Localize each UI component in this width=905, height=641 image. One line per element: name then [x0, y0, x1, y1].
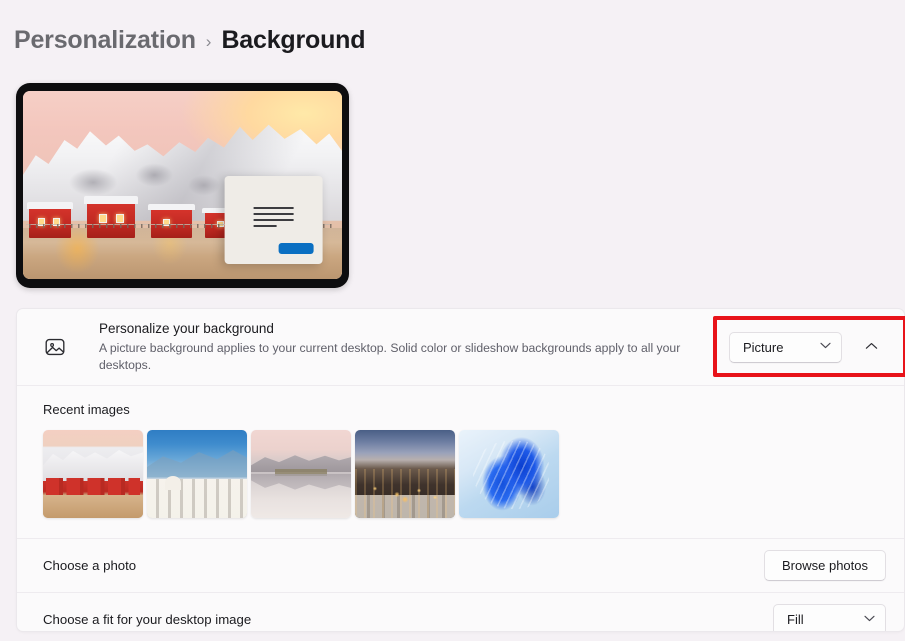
recent-image-thumbnail[interactable] — [147, 430, 247, 518]
collapse-section-button[interactable] — [856, 332, 886, 362]
recent-images-label: Recent images — [43, 402, 130, 417]
recent-image-thumbnail[interactable] — [459, 430, 559, 518]
recent-images-list — [43, 430, 878, 518]
preview-cabin-window — [99, 213, 107, 223]
background-type-dropdown[interactable]: Picture — [729, 331, 842, 363]
chevron-down-icon — [820, 342, 831, 352]
choose-fit-label: Choose a fit for your desktop image — [43, 612, 252, 627]
desktop-image-fit-value: Fill — [787, 612, 804, 627]
preview-cabin — [83, 196, 138, 238]
breadcrumb: Personalization › Background — [14, 26, 366, 55]
preview-dialog-text-line — [253, 225, 277, 227]
personalize-background-row: Personalize your background A picture ba… — [17, 309, 904, 385]
background-type-value: Picture — [743, 339, 784, 355]
recent-image-thumbnail[interactable] — [251, 430, 351, 518]
desktop-preview-monitor — [16, 83, 349, 288]
breadcrumb-separator-icon: › — [205, 31, 212, 51]
personalize-background-controls: Picture — [715, 331, 886, 363]
preview-dialog-text-line — [253, 207, 294, 210]
desktop-image-fit-dropdown[interactable]: Fill — [773, 604, 886, 631]
recent-image-thumbnail[interactable] — [355, 430, 455, 518]
recent-images-section: Recent images — [17, 386, 904, 538]
personalize-background-description: A picture background applies to your cur… — [99, 340, 681, 373]
preview-cabin — [26, 201, 74, 238]
background-settings-card: Personalize your background A picture ba… — [16, 308, 905, 632]
preview-cabin-window — [116, 213, 125, 223]
page-title: Background — [221, 26, 366, 54]
browse-photos-button[interactable]: Browse photos — [764, 550, 886, 581]
personalize-background-title: Personalize your background — [99, 320, 274, 336]
breadcrumb-parent-link[interactable]: Personalization — [14, 26, 196, 55]
preview-dialog-button — [278, 242, 314, 255]
chevron-down-icon — [864, 615, 875, 625]
preview-mock-dialog — [224, 175, 323, 264]
chevron-up-icon — [865, 341, 878, 353]
choose-photo-row: Choose a photo Browse photos — [17, 539, 904, 592]
preview-dialog-text-line — [253, 213, 294, 216]
recent-image-thumbnail[interactable] — [43, 430, 143, 518]
settings-page: Personalization › Background Personalize… — [0, 0, 905, 641]
picture-icon — [43, 335, 67, 359]
choose-fit-row: Choose a fit for your desktop image Fill — [17, 593, 904, 631]
desktop-preview-screen — [23, 91, 342, 279]
preview-dialog-text-line — [253, 219, 294, 222]
choose-photo-label: Choose a photo — [43, 558, 137, 573]
personalize-background-text: Personalize your background A picture ba… — [99, 320, 715, 375]
